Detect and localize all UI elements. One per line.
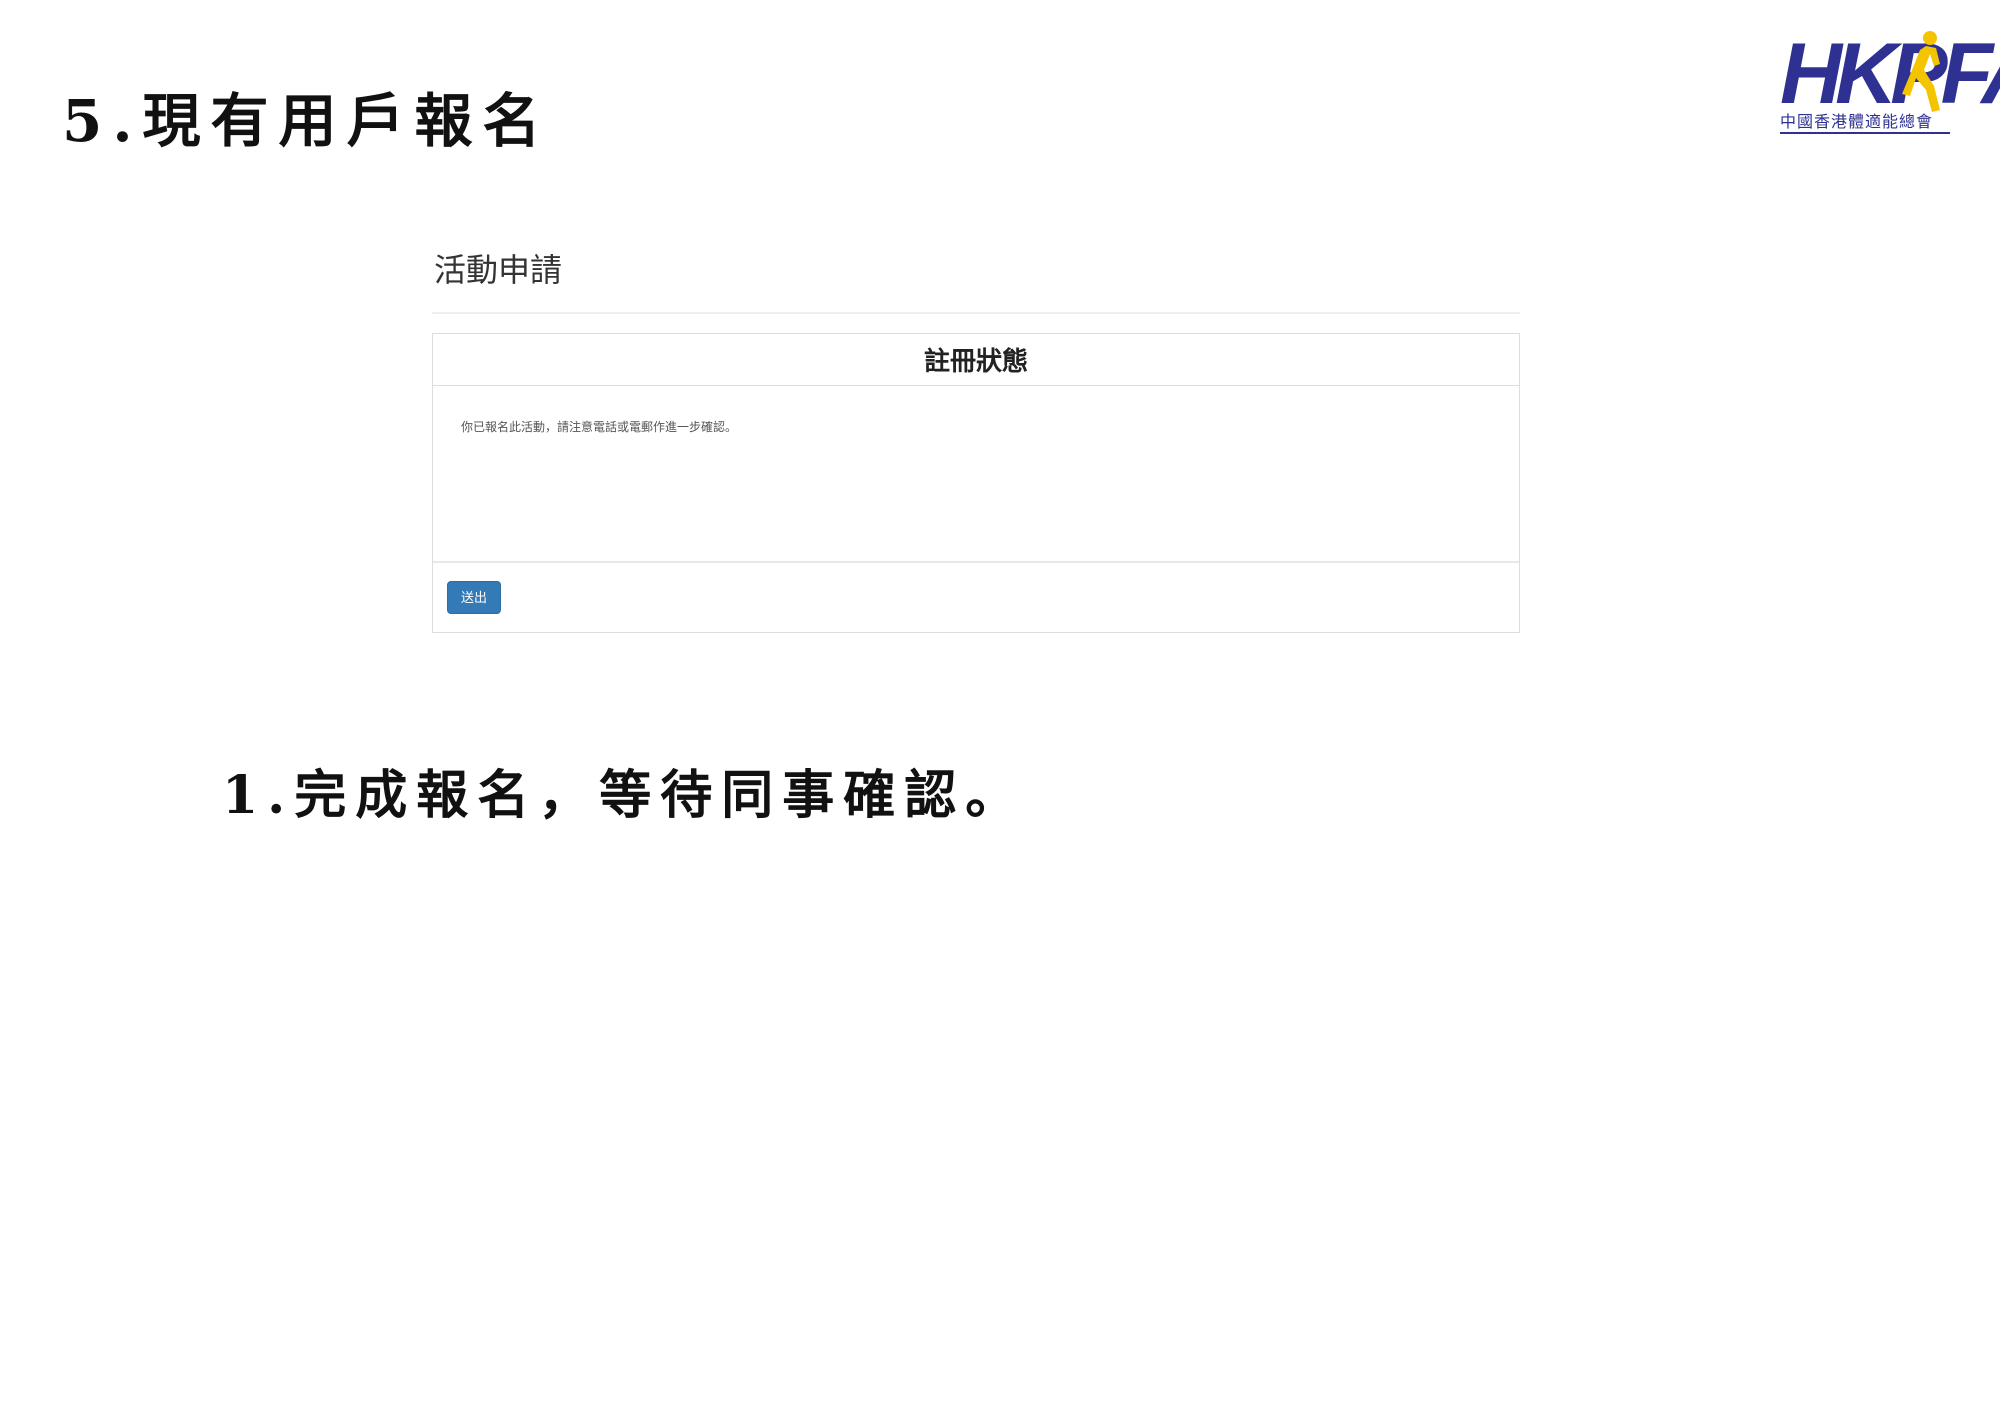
logo-wordmark: HKPFA (1780, 26, 2000, 122)
panel-footer: 送出 (433, 561, 1519, 634)
hkpfa-logo: HKPFA 中國香港體適能總會 (1774, 30, 2000, 136)
slide-title: 5.現有用戶報名 (62, 87, 551, 155)
runner-icon (1902, 31, 1940, 112)
registration-screenshot: 活動申請 註冊狀態 你已報名此活動，請注意電話或電郵作進一步確認。 送出 (432, 240, 1520, 640)
status-message: 你已報名此活動，請注意電話或電郵作進一步確認。 (461, 420, 738, 434)
status-panel: 註冊狀態 你已報名此活動，請注意電話或電郵作進一步確認。 送出 (432, 333, 1520, 633)
page-heading: 活動申請 (434, 251, 563, 289)
logo-subtitle: 中國香港體適能總會 (1780, 112, 1950, 134)
step-note: 1.完成報名，等待同事確認。 (222, 765, 1027, 826)
submit-button[interactable]: 送出 (447, 581, 501, 614)
heading-divider (432, 312, 1520, 314)
panel-title: 註冊狀態 (433, 334, 1519, 386)
